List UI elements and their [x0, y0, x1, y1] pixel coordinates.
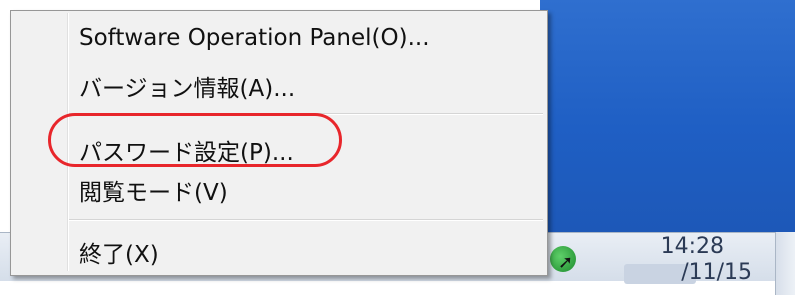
- menu-item-view-mode[interactable]: 閲覧モード(V): [15, 167, 543, 209]
- show-desktop-button[interactable]: [775, 232, 795, 295]
- mouse-pointer-icon: ➚: [558, 252, 574, 273]
- menu-separator: [69, 219, 543, 221]
- clock-date: /11/15: [681, 260, 752, 285]
- desktop-background: [540, 0, 795, 232]
- menu-item-label: 終了(X): [79, 242, 159, 268]
- clock-time: 14:28: [660, 234, 724, 259]
- menu-item-version-info[interactable]: バージョン情報(A)...: [15, 63, 543, 105]
- highlight-annotation-circle: [48, 113, 342, 167]
- menu-item-exit[interactable]: 終了(X): [15, 229, 543, 271]
- menu-item-label: 閲覧モード(V): [79, 180, 228, 206]
- menu-item-label: Software Operation Panel(O)...: [79, 25, 430, 51]
- menu-item-label: バージョン情報(A)...: [79, 76, 296, 102]
- taskbar-clock[interactable]: 14:28 /11/15: [610, 232, 780, 292]
- menu-item-software-operation-panel[interactable]: Software Operation Panel(O)...: [15, 19, 543, 61]
